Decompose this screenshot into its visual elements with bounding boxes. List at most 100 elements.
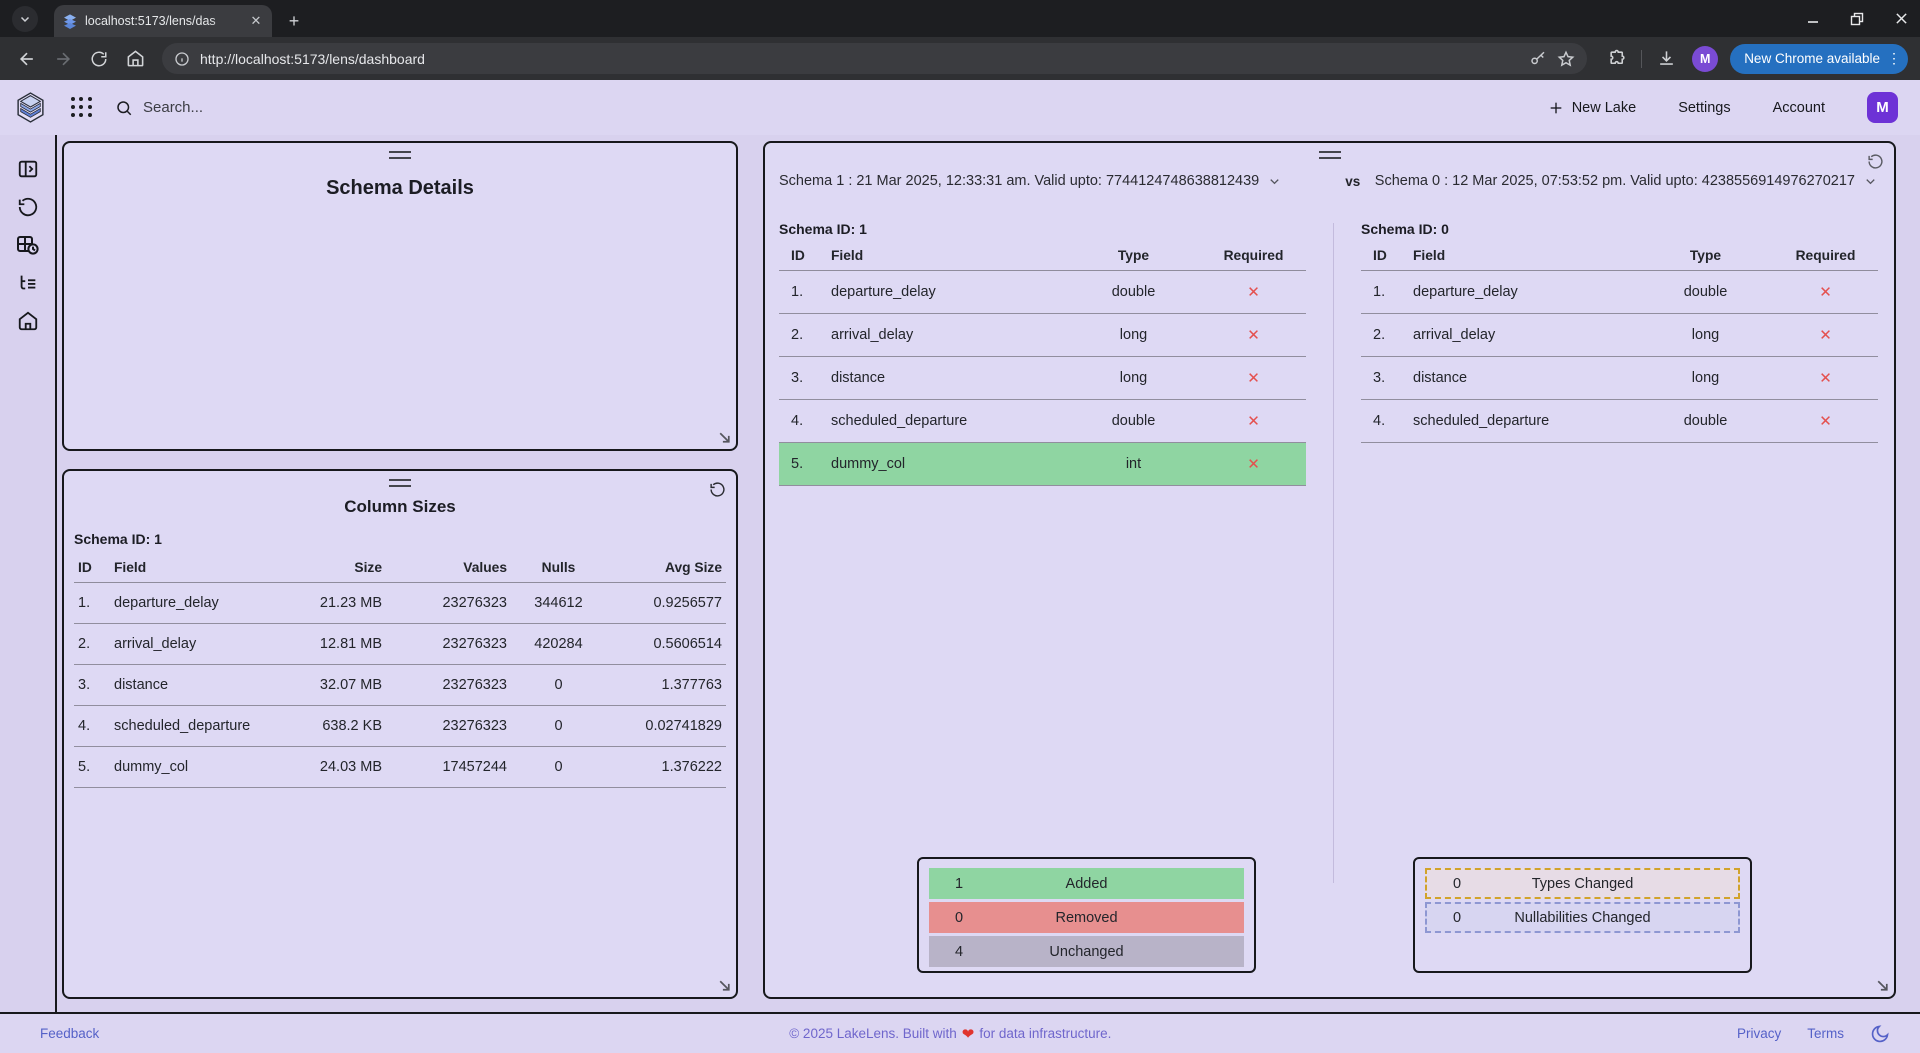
downloads-icon[interactable] (1652, 45, 1680, 73)
table-cell: double (1066, 400, 1201, 443)
restore-icon[interactable] (1848, 10, 1866, 28)
table-cell: 4. (74, 706, 110, 747)
column-divider (1333, 223, 1334, 883)
schema-id-label: Schema ID: 0 (1361, 221, 1878, 237)
terms-link[interactable]: Terms (1807, 1026, 1844, 1041)
sidebar-toggle-icon[interactable] (16, 157, 40, 181)
schema-id-label: Schema ID: 1 (779, 221, 1306, 237)
drag-handle-icon[interactable] (389, 479, 411, 487)
settings-button[interactable]: Settings (1678, 100, 1730, 116)
home-nav-icon[interactable] (16, 309, 40, 333)
drag-handle-icon[interactable] (389, 151, 411, 159)
resize-handle-icon[interactable] (717, 978, 732, 993)
browser-profile-avatar[interactable]: M (1692, 46, 1718, 72)
chrome-update-button[interactable]: New Chrome available ⋮ (1730, 44, 1908, 74)
table-cell: 23276323 (386, 583, 511, 624)
browser-menu-icon[interactable]: ⋮ (1886, 50, 1902, 67)
bookmark-star-icon[interactable] (1557, 50, 1575, 68)
browser-toolbar: http://localhost:5173/lens/dashboard M N… (0, 37, 1920, 80)
url-text[interactable]: http://localhost:5173/lens/dashboard (200, 51, 1519, 67)
column-sizes-panel: Column Sizes Schema ID: 1 IDFieldSizeVal… (62, 469, 738, 999)
tab-close-icon[interactable]: ✕ (248, 13, 264, 29)
table-cell: 0.02741829 (606, 706, 726, 747)
schema-1-column: Schema ID: 1 IDFieldTypeRequired 1.depar… (779, 215, 1306, 883)
table-cell: 1. (1361, 271, 1409, 314)
column-header: Values (386, 553, 511, 583)
required-cell: ✕ (1773, 314, 1878, 357)
new-lake-button[interactable]: New Lake (1548, 100, 1636, 116)
table-row: 2.arrival_delay12.81 MB232763234202840.5… (74, 624, 726, 665)
lakelens-logo-icon[interactable] (14, 91, 47, 124)
required-cell: ✕ (1201, 357, 1306, 400)
table-row: 2.arrival_delaylong✕ (779, 314, 1306, 357)
table-cell: double (1066, 271, 1201, 314)
table-row: 2.arrival_delaylong✕ (1361, 314, 1878, 357)
account-button[interactable]: Account (1773, 100, 1825, 116)
history-rotate-icon[interactable] (16, 195, 40, 219)
column-header: ID (74, 553, 110, 583)
schema-selector-left[interactable]: Schema 1 : 21 Mar 2025, 12:33:31 am. Val… (779, 173, 1331, 189)
search-box (115, 99, 363, 117)
table-cell: 23276323 (386, 624, 511, 665)
summary-label: Added (1066, 876, 1108, 892)
table-cell: 1. (779, 271, 827, 314)
browser-tab[interactable]: localhost:5173/lens/das ✕ (54, 5, 272, 37)
tree-list-icon[interactable] (16, 271, 40, 295)
schema-1-table: IDFieldTypeRequired 1.departure_delaydou… (779, 241, 1306, 486)
required-cell: ✕ (1201, 271, 1306, 314)
table-cell: 1. (74, 583, 110, 624)
new-lake-label: New Lake (1572, 100, 1636, 116)
plus-icon (1548, 100, 1564, 116)
resize-handle-icon[interactable] (717, 430, 732, 445)
summary-count: 1 (955, 876, 963, 892)
reload-icon[interactable] (84, 44, 114, 74)
back-icon[interactable] (12, 44, 42, 74)
search-input[interactable] (143, 99, 363, 116)
minimize-icon[interactable] (1804, 10, 1822, 28)
table-row: 1.departure_delay21.23 MB232763233446120… (74, 583, 726, 624)
layout-schedule-icon[interactable] (16, 233, 40, 257)
x-icon: ✕ (1247, 327, 1260, 344)
column-header: Size (278, 553, 386, 583)
site-info-icon[interactable] (174, 51, 190, 67)
chrome-update-label: New Chrome available (1744, 51, 1880, 66)
summary-count: 0 (955, 910, 963, 926)
feedback-link[interactable]: Feedback (40, 1026, 99, 1041)
passwords-key-icon[interactable] (1529, 50, 1547, 68)
column-header: Required (1773, 241, 1878, 271)
apps-grid-icon[interactable] (71, 97, 93, 119)
close-icon[interactable] (1892, 10, 1910, 28)
refresh-icon[interactable] (1867, 153, 1885, 171)
drag-handle-icon[interactable] (1319, 151, 1341, 159)
summary-label: Removed (1055, 910, 1117, 926)
tab-search-button[interactable] (12, 6, 38, 32)
dashboard-content: Schema Details Column Sizes Schema ID: 1… (57, 135, 1920, 1012)
panel-title: Schema Details (64, 177, 736, 200)
new-tab-button[interactable]: + (282, 9, 306, 33)
table-row: 3.distance32.07 MB2327632301.377763 (74, 665, 726, 706)
home-icon[interactable] (120, 44, 150, 74)
privacy-link[interactable]: Privacy (1737, 1026, 1781, 1041)
summary-label: Unchanged (1049, 944, 1123, 960)
app-header: New Lake Settings Account M (0, 80, 1920, 135)
account-avatar[interactable]: M (1867, 92, 1898, 123)
x-icon: ✕ (1819, 327, 1832, 344)
table-cell: 32.07 MB (278, 665, 386, 706)
table-cell: 0 (511, 747, 606, 788)
forward-icon[interactable] (48, 44, 78, 74)
refresh-icon[interactable] (709, 481, 727, 499)
summary-row-removed: 0 Removed (929, 902, 1244, 933)
resize-handle-icon[interactable] (1875, 978, 1890, 993)
x-icon: ✕ (1819, 370, 1832, 387)
column-header: Field (110, 553, 278, 583)
schema-selector-right[interactable]: Schema 0 : 12 Mar 2025, 07:53:52 pm. Val… (1375, 173, 1878, 189)
address-bar[interactable]: http://localhost:5173/lens/dashboard (162, 43, 1587, 74)
app-footer: Feedback © 2025 LakeLens. Built with ❤ f… (0, 1012, 1920, 1053)
table-cell: scheduled_departure (827, 400, 1066, 443)
x-icon: ✕ (1819, 413, 1832, 430)
table-cell: dummy_col (110, 747, 278, 788)
extensions-icon[interactable] (1603, 45, 1631, 73)
table-cell: 23276323 (386, 706, 511, 747)
dark-mode-moon-icon[interactable] (1870, 1024, 1890, 1044)
column-header: Nulls (511, 553, 606, 583)
